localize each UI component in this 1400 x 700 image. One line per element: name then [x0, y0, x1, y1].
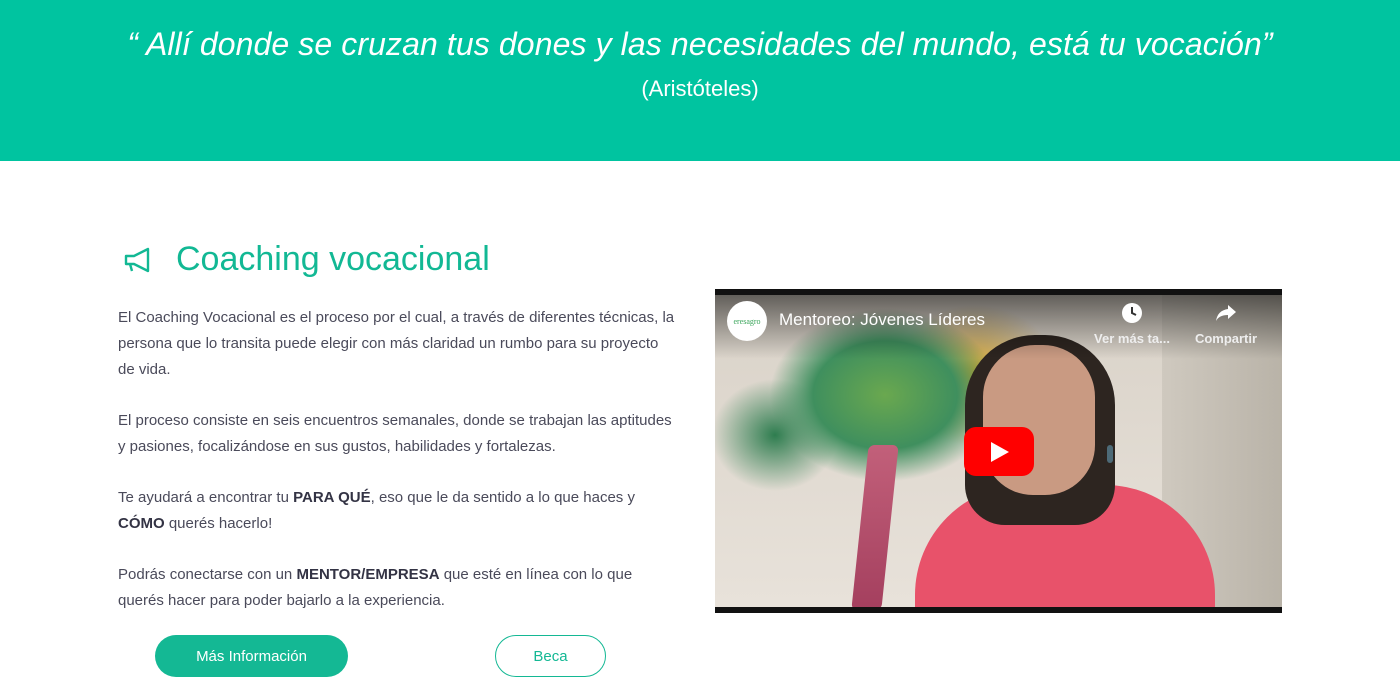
- p3-bold-para-que: PARA QUÉ: [293, 489, 371, 506]
- channel-logo[interactable]: eresagro: [727, 301, 767, 341]
- video-player[interactable]: eresagro Mentoreo: Jóvenes Líderes Ver m…: [715, 289, 1282, 613]
- earring: [1107, 445, 1113, 463]
- video-title[interactable]: Mentoreo: Jóvenes Líderes: [779, 310, 985, 330]
- watch-later-label: Ver más ta...: [1094, 331, 1170, 346]
- p4-bold-mentor: MENTOR/EMPRESA: [296, 566, 440, 583]
- more-info-button[interactable]: Más Información: [155, 635, 348, 677]
- p3-text-c: , eso que le da sentido a lo que haces y: [370, 489, 635, 506]
- p3-text-e: querés hacerlo!: [164, 515, 273, 532]
- p3-text-a: Te ayudará a encontrar tu: [118, 489, 294, 506]
- paragraph-1: El Coaching Vocacional es el proceso por…: [118, 309, 675, 378]
- play-button[interactable]: [964, 427, 1034, 476]
- beca-button[interactable]: Beca: [495, 635, 606, 677]
- section-heading: Coaching vocacional: [122, 240, 490, 279]
- megaphone-icon: [122, 246, 154, 274]
- description: El Coaching Vocacional es el proceso por…: [118, 305, 678, 639]
- quote-banner: “ Allí donde se cruzan tus dones y las n…: [0, 0, 1400, 161]
- watch-later-action[interactable]: Ver más ta...: [1092, 301, 1172, 346]
- quote-text: “ Allí donde se cruzan tus dones y las n…: [127, 26, 1273, 62]
- share-icon: [1216, 305, 1236, 321]
- paragraph-2: El proceso consiste en seis encuentros s…: [118, 412, 672, 455]
- p3-bold-como: CÓMO: [118, 515, 165, 532]
- share-action[interactable]: Compartir: [1186, 301, 1266, 346]
- p4-text-a: Podrás conectarse con un: [118, 566, 297, 583]
- share-label: Compartir: [1194, 331, 1258, 346]
- play-icon: [991, 442, 1009, 462]
- quote-author: (Aristóteles): [641, 76, 759, 101]
- paragraph-4: Podrás conectarse con un MENTOR/EMPRESA …: [118, 562, 678, 614]
- clock-icon: [1122, 303, 1142, 323]
- painted-tree-trunk: [851, 445, 899, 607]
- section-title: Coaching vocacional: [176, 240, 490, 278]
- paragraph-3: Te ayudará a encontrar tu PARA QUÉ, eso …: [118, 485, 678, 537]
